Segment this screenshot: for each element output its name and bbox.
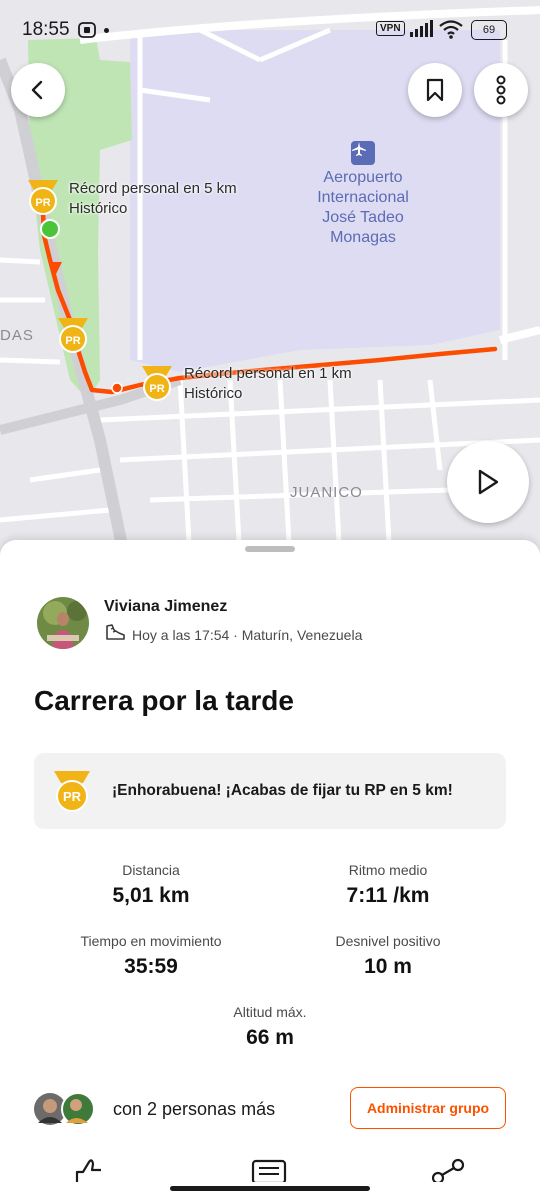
pr-label-5k-sub: Histórico — [69, 200, 128, 217]
pr-banner[interactable]: PR ¡Enhorabuena! ¡Acabas de fijar tu RP … — [34, 753, 506, 829]
battery-icon: 69 — [471, 20, 507, 40]
dot-icon — [104, 28, 109, 33]
airport-label-line: Internacional — [317, 189, 409, 206]
pr-label-1k-title: Récord personal en 1 km — [184, 365, 352, 382]
back-icon — [31, 80, 43, 100]
airport-icon — [351, 141, 375, 165]
pr-label-1k: Récord personal en 1 km Histórico — [184, 364, 352, 404]
airport-label-line: Monagas — [330, 229, 396, 246]
stat-value: 5,01 km — [112, 884, 190, 907]
svg-text:PR: PR — [35, 197, 50, 209]
pr-medal-icon[interactable]: PR — [26, 178, 60, 216]
stat-moving-time: Tiempo en movimiento 35:59 — [31, 933, 271, 979]
activity-datetime-location: Hoy a las 17:54 · Maturín, Venezuela — [132, 626, 363, 643]
home-indicator[interactable] — [170, 1186, 370, 1191]
pr-label-5k: Récord personal en 5 km Histórico — [69, 179, 237, 219]
activity-meta: Hoy a las 17:54 · Maturín, Venezuela — [104, 624, 362, 645]
activity-sheet[interactable]: Viviana Jimenez Hoy a las 17:54 · Maturí… — [0, 540, 540, 1200]
stat-label: Tiempo en movimiento — [80, 933, 222, 949]
stat-value: 66 m — [246, 1026, 294, 1049]
kudos-icon[interactable] — [73, 1158, 107, 1187]
stat-label: Distancia — [122, 862, 180, 878]
status-time: 18:55 — [22, 19, 70, 40]
avatar[interactable] — [37, 597, 89, 649]
airport-label-line: Aeropuerto — [323, 169, 403, 186]
pr-medal-icon[interactable]: PR — [140, 364, 174, 402]
activity-title: Carrera por la tarde — [34, 685, 294, 716]
more-vertical-icon — [496, 75, 506, 105]
more-options-button[interactable] — [474, 63, 528, 117]
signal-icon — [409, 20, 433, 43]
stat-avg-pace: Ritmo medio 7:11 /km — [268, 862, 508, 908]
airport-label-line: José Tadeo — [322, 209, 404, 226]
stat-value: 10 m — [364, 955, 412, 978]
stat-distance: Distancia 5,01 km — [31, 862, 271, 908]
pr-label-5k-title: Récord personal en 5 km — [69, 180, 237, 197]
manage-group-button[interactable]: Administrar grupo — [350, 1087, 506, 1129]
stat-max-elevation: Altitud máx. 66 m — [150, 1004, 390, 1050]
vpn-icon: VPN — [376, 21, 405, 36]
pr-banner-text: ¡Enhorabuena! ¡Acabas de fijar tu RP en … — [112, 782, 453, 799]
group-text: con 2 personas más — [113, 1099, 276, 1119]
pr-medal-icon: PR — [52, 769, 92, 818]
status-bar: 18:55 VPN 69 — [0, 0, 540, 60]
comment-icon[interactable] — [251, 1158, 287, 1187]
play-icon — [478, 469, 499, 495]
stat-value: 35:59 — [124, 955, 178, 978]
notification-icon — [78, 22, 96, 43]
svg-text:PR: PR — [65, 335, 80, 347]
pr-medal-icon[interactable]: PR — [56, 316, 90, 354]
athlete-name[interactable]: Viviana Jimenez — [104, 598, 227, 616]
share-icon[interactable] — [430, 1158, 466, 1187]
sheet-grab-handle[interactable] — [245, 546, 295, 552]
svg-text:PR: PR — [149, 383, 164, 395]
group-avatars[interactable] — [33, 1091, 97, 1127]
back-button[interactable] — [11, 63, 65, 117]
save-route-button[interactable] — [408, 63, 462, 117]
shoe-icon — [104, 624, 126, 645]
stat-value: 7:11 /km — [346, 884, 430, 907]
bookmark-icon — [426, 78, 444, 102]
stat-label: Desnivel positivo — [335, 933, 441, 949]
airport-label: Aeropuerto Internacional José Tadeo Mona… — [300, 168, 426, 248]
district-label-das: DAS — [0, 327, 34, 344]
wifi-icon — [438, 19, 464, 44]
stat-elevation-gain: Desnivel positivo 10 m — [268, 933, 508, 979]
pr-label-1k-sub: Histórico — [184, 385, 243, 402]
stat-label: Ritmo medio — [348, 862, 428, 878]
district-label-juanico: JUANICO — [290, 484, 363, 501]
stat-label: Altitud máx. — [233, 1004, 307, 1020]
svg-text:PR: PR — [63, 789, 82, 804]
play-flyover-button[interactable] — [447, 441, 529, 523]
